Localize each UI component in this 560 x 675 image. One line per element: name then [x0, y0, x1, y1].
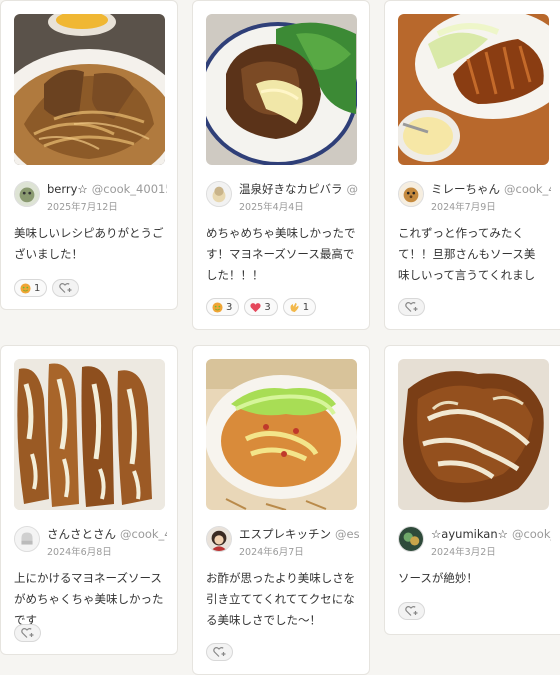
comment-text: 美味しいレシピありがとうございました！ [14, 226, 164, 261]
reaction-pill-smile[interactable]: 3 [206, 298, 240, 316]
dish-photo[interactable] [206, 359, 357, 510]
add-reaction-button[interactable] [52, 279, 80, 297]
reaction-count: 3 [226, 301, 233, 313]
dish-photo[interactable] [398, 14, 549, 165]
heart-plus-icon [404, 606, 417, 616]
author-name[interactable]: ミレーちゃん [431, 182, 500, 196]
reaction-bar: 3 3 1 [206, 298, 317, 316]
comment-text: めちゃめちゃ美味しかったです！マヨネーズソース最高でした！！！ [206, 226, 356, 282]
dish-photo[interactable] [206, 14, 357, 165]
dish-photo[interactable] [398, 359, 549, 510]
author-name-line: さんさとさん @cook_4009... [47, 527, 167, 541]
post-date: 2024年7月9日 [431, 202, 496, 213]
reaction-bar [206, 643, 233, 661]
user-avatar[interactable] [14, 181, 40, 207]
smile-emoji-icon [212, 301, 223, 313]
author-name[interactable]: ☆ayumikan☆ [431, 527, 508, 541]
reaction-pill-clap[interactable]: 1 [282, 298, 317, 316]
comment-text: ソースが絶妙！ [398, 571, 478, 585]
reaction-count: 1 [34, 282, 41, 294]
dish-photo[interactable] [14, 359, 165, 510]
tsukurepo-card[interactable]: エスプレキッチン @espresso... 2024年6月7日 お酢が思ったより美… [192, 345, 370, 675]
add-reaction-button[interactable] [14, 624, 41, 642]
post-date: 2024年6月7日 [239, 547, 304, 558]
reaction-pill-heart[interactable]: 3 [244, 298, 278, 316]
tsukurepo-card[interactable]: ミレーちゃん @cook_40029... 2024年7月9日 これずっと作ってみ… [384, 0, 560, 330]
user-avatar[interactable] [206, 526, 232, 552]
tsukurepo-card[interactable]: 温泉好きなカピバラ@kapibara 2025年4月4日 めちゃめちゃ美味しかっ… [192, 0, 370, 330]
author-info[interactable]: berry☆@cook_40015... 2025年7月12日 [14, 181, 167, 215]
tsukurepo-card[interactable]: berry☆@cook_40015... 2025年7月12日 美味しいレシピあ… [0, 0, 178, 310]
post-date: 2024年6月8日 [47, 547, 112, 558]
author-name-line: ☆ayumikan☆@cook_40... [431, 527, 551, 541]
author-name-line: berry☆@cook_40015... [47, 182, 167, 196]
heart-plus-icon [20, 628, 33, 638]
reaction-pill-smile[interactable]: 1 [14, 279, 48, 297]
author-name[interactable]: さんさとさん [47, 527, 116, 541]
author-name[interactable]: 温泉好きなカピバラ [239, 182, 343, 196]
author-handle: @kapibara [346, 182, 360, 196]
author-handle: @cook_4009... [120, 527, 167, 541]
author-name[interactable]: berry☆ [47, 182, 88, 196]
user-avatar[interactable] [206, 181, 232, 207]
reaction-count: 1 [302, 301, 310, 313]
comment-text: お酢が思ったより美味しさを引き立ててくれててクセになる美味しさでした〜！ [206, 571, 356, 627]
author-name-line: エスプレキッチン @espresso... [239, 527, 359, 541]
author-handle: @cook_40... [511, 527, 551, 541]
author-name-line: 温泉好きなカピバラ@kapibara [239, 182, 359, 196]
comment-text: これずっと作ってみたくて！！旦那さんもソース美味しいって言うてくれました。有難う… [398, 226, 536, 282]
dish-photo-image [398, 14, 549, 165]
tsukurepo-card[interactable]: さんさとさん @cook_4009... 2024年6月8日 上にかけるマヨネーズ… [0, 345, 178, 655]
heart-plus-icon [212, 647, 225, 657]
author-handle: @cook_40015... [91, 182, 167, 196]
user-avatar[interactable] [398, 181, 424, 207]
reaction-count: 3 [264, 301, 271, 313]
add-reaction-button[interactable] [398, 298, 425, 316]
clap-emoji-icon [290, 302, 299, 312]
tsukurepo-card[interactable]: ☆ayumikan☆@cook_40... 2024年3月2日 ソースが絶妙！ [384, 345, 560, 635]
dish-photo-image [398, 359, 549, 510]
author-info[interactable]: エスプレキッチン @espresso... 2024年6月7日 [206, 526, 359, 560]
post-date: 2025年7月12日 [47, 202, 118, 213]
user-avatar[interactable] [14, 526, 40, 552]
dish-photo[interactable] [14, 14, 165, 165]
comment-text: 上にかけるマヨネーズソースがめちゃくちゃ美味しかったです [14, 571, 164, 627]
dish-photo-image [14, 14, 165, 165]
add-reaction-button[interactable] [398, 602, 425, 620]
author-info[interactable]: ミレーちゃん @cook_40029... 2024年7月9日 [398, 181, 551, 215]
reaction-bar [398, 298, 425, 316]
author-info[interactable]: 温泉好きなカピバラ@kapibara 2025年4月4日 [206, 181, 359, 215]
author-name-line: ミレーちゃん @cook_40029... [431, 182, 551, 196]
add-reaction-button[interactable] [206, 643, 233, 661]
author-handle: @cook_40029... [504, 182, 551, 196]
heart-plus-icon [59, 283, 72, 293]
dish-photo-image [14, 359, 165, 510]
reaction-bar [14, 624, 41, 642]
dish-photo-image [206, 359, 357, 510]
author-name[interactable]: エスプレキッチン [239, 527, 331, 541]
author-handle: @espresso... [335, 527, 359, 541]
reaction-bar: 1 [14, 279, 80, 297]
smile-emoji-icon [20, 282, 31, 294]
post-date: 2025年4月4日 [239, 202, 304, 213]
heart-emoji-icon [250, 302, 261, 312]
dish-photo-image [206, 14, 357, 165]
author-info[interactable]: ☆ayumikan☆@cook_40... 2024年3月2日 [398, 526, 551, 560]
reaction-bar [398, 602, 425, 620]
heart-plus-icon [404, 302, 417, 312]
user-avatar[interactable] [398, 526, 424, 552]
post-date: 2024年3月2日 [431, 547, 496, 558]
author-info[interactable]: さんさとさん @cook_4009... 2024年6月8日 [14, 526, 167, 560]
